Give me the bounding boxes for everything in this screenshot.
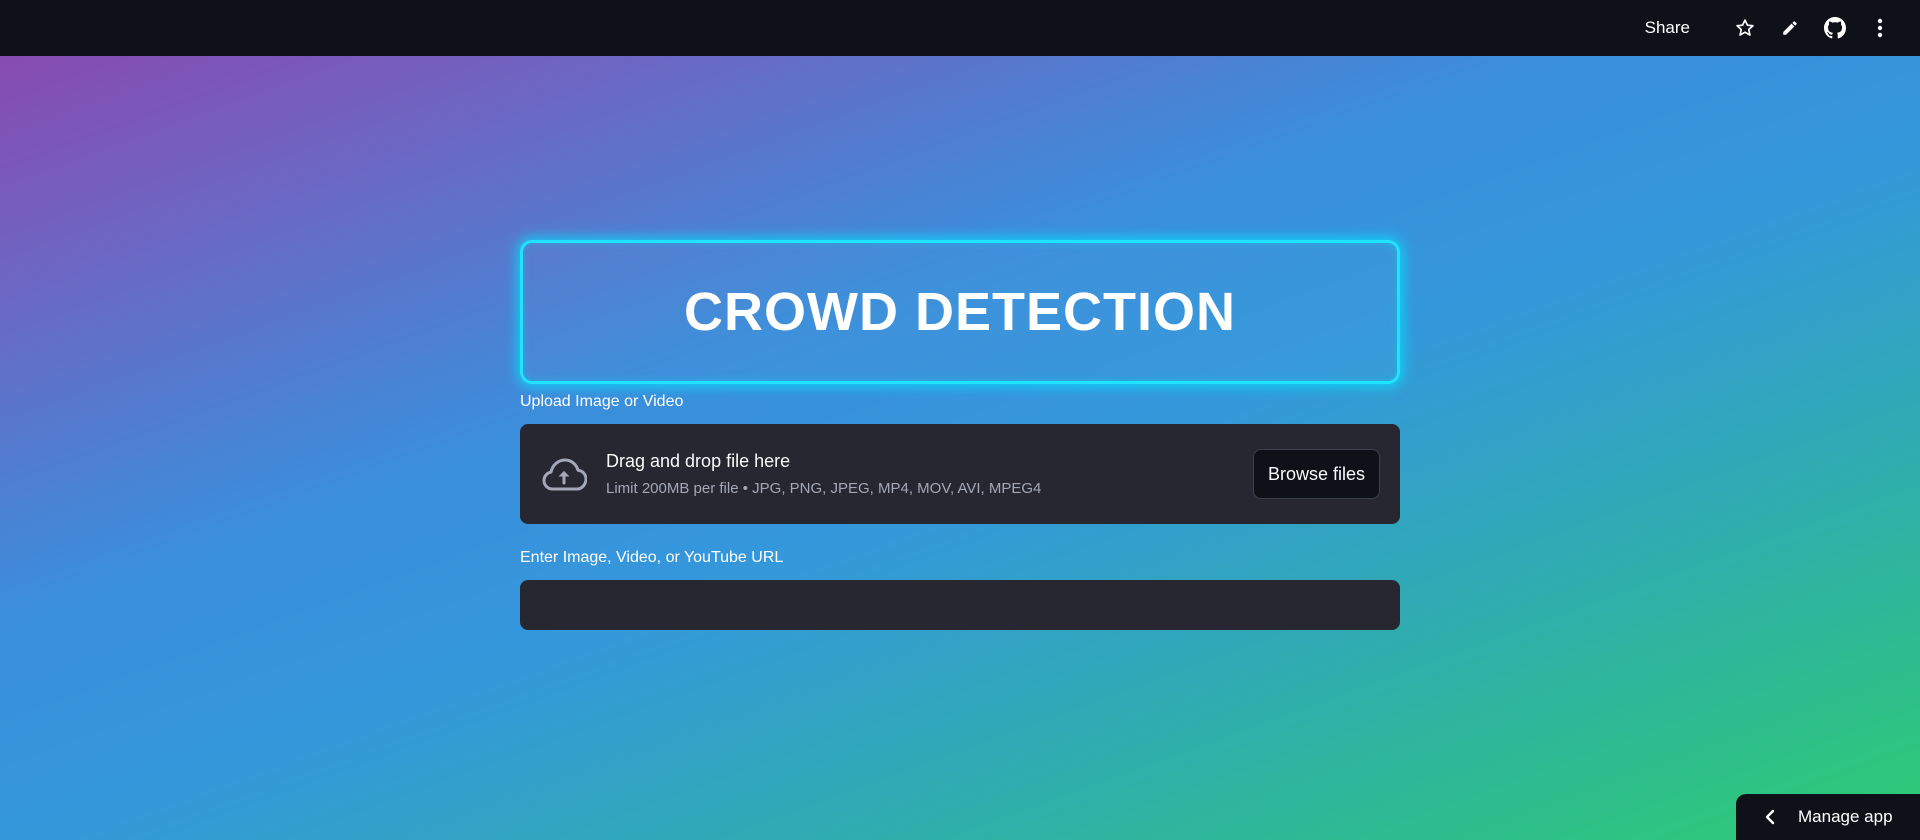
dropzone-instruction: Drag and drop file here [606,451,791,471]
dropzone-texts: Drag and drop file here Limit 200MB per … [606,449,1253,499]
share-button[interactable]: Share [1645,18,1690,38]
title-banner: CROWD DETECTION [520,240,1400,384]
manage-app-button[interactable]: Manage app [1736,794,1920,840]
manage-app-label: Manage app [1798,807,1893,826]
url-input[interactable] [520,580,1400,630]
star-icon[interactable] [1733,16,1757,40]
file-limit-text: Limit 200MB per file • JPG, PNG, JPEG, M… [606,480,1042,497]
upload-label: Upload Image or Video [520,393,684,410]
browse-files-button[interactable]: Browse files [1252,449,1380,499]
main-content: CROWD DETECTION Upload Image or Video Dr… [520,240,1400,630]
file-dropzone[interactable]: Drag and drop file here Limit 200MB per … [520,424,1400,524]
top-toolbar: Share [0,0,1920,56]
chevron-left-icon [1760,807,1780,827]
more-vertical-icon[interactable] [1868,16,1892,40]
url-input-label: Enter Image, Video, or YouTube URL [520,549,784,566]
github-icon[interactable] [1823,16,1847,40]
page-title: CROWD DETECTION [684,282,1236,342]
cloud-upload-icon [540,450,588,498]
pencil-icon[interactable] [1778,16,1802,40]
